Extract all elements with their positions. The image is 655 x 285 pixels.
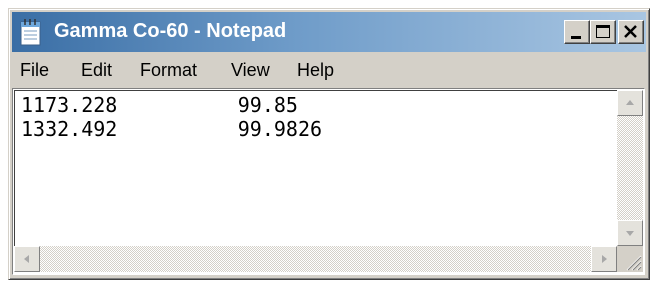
maximize-button[interactable] [590,20,616,44]
menu-format[interactable]: Format [140,60,197,81]
maximize-icon [596,25,610,38]
notepad-window: Gamma Co-60 - Notepad File Edit Format V… [8,8,650,280]
text-line: 1332.492 99.9826 [21,117,323,141]
title-bar[interactable]: Gamma Co-60 - Notepad [12,12,646,52]
arrow-up-icon [626,100,634,105]
scroll-left-button[interactable] [14,246,40,272]
menu-edit[interactable]: Edit [81,60,112,81]
scroll-down-button[interactable] [617,220,643,246]
scroll-right-button[interactable] [591,246,617,272]
close-button[interactable] [618,20,644,44]
window-title: Gamma Co-60 - Notepad [54,20,287,42]
text-line: 1173.228 99.85 [21,93,298,117]
minimize-button[interactable] [564,20,590,44]
vertical-scrollbar[interactable] [617,90,643,246]
arrow-left-icon [24,255,29,263]
arrow-right-icon [602,255,607,263]
arrow-down-icon [626,231,634,236]
minimize-icon [571,36,581,39]
resize-grip-icon[interactable] [617,246,643,272]
menu-view[interactable]: View [231,60,270,81]
menu-bar: File Edit Format View Help [12,53,646,87]
scroll-up-button[interactable] [617,90,643,116]
close-icon [624,25,637,38]
menu-help[interactable]: Help [297,60,334,81]
menu-file[interactable]: File [20,60,49,81]
horizontal-scrollbar[interactable] [14,246,617,272]
notepad-icon[interactable] [18,18,44,46]
text-editor[interactable]: 1173.228 99.85 1332.492 99.9826 [14,90,617,246]
client-area: 1173.228 99.85 1332.492 99.9826 [12,88,645,275]
